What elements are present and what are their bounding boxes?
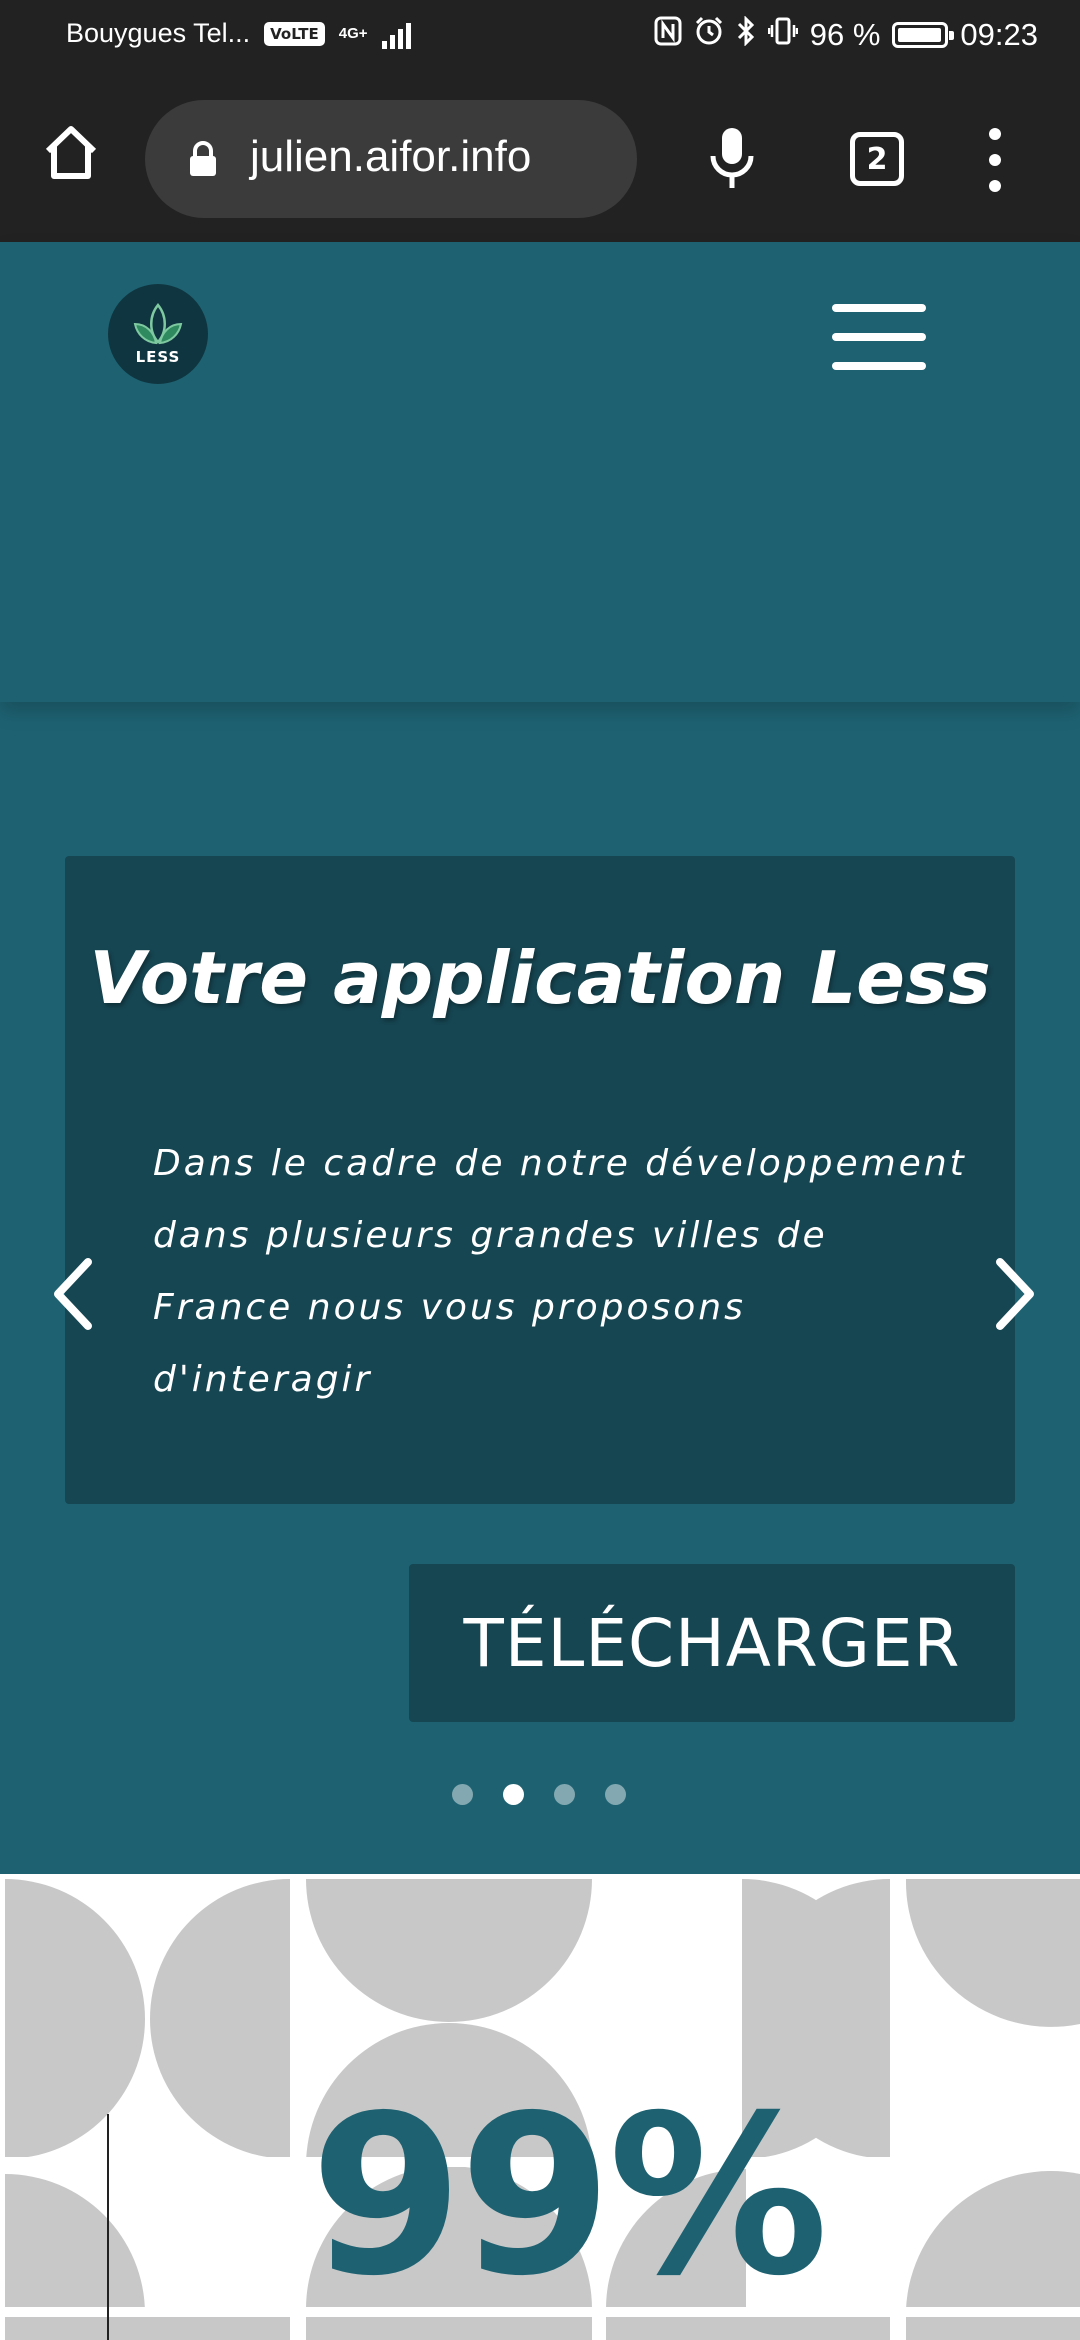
voice-search-button[interactable] — [705, 126, 759, 190]
site-header: LESS — [0, 242, 1080, 702]
browser-menu-button[interactable] — [985, 128, 1005, 192]
slide-title: Votre application Less — [89, 936, 991, 1020]
lock-icon — [190, 141, 216, 176]
carousel-dot[interactable] — [554, 1784, 575, 1805]
home-icon — [45, 126, 97, 179]
hamburger-line — [832, 333, 926, 341]
status-left: Bouygues Tel... VoLTE 4G+ — [66, 18, 411, 49]
battery-icon — [892, 21, 955, 48]
microphone-icon — [710, 128, 754, 188]
slide-description: Dans le cadre de notre développement dan… — [153, 1143, 967, 1400]
network-type: 4G+ — [338, 25, 368, 42]
site-logo[interactable]: LESS — [108, 284, 208, 384]
carousel-dot-active[interactable] — [503, 1784, 524, 1805]
hamburger-menu-button[interactable] — [832, 304, 926, 370]
status-bar: Bouygues Tel... VoLTE 4G+ 96 % 09:23 — [0, 0, 1080, 76]
tab-switcher-button[interactable]: 2 — [850, 132, 904, 186]
nfc-icon — [654, 16, 682, 53]
slide-card: Votre application Less Dans le cadre de … — [65, 856, 1015, 1504]
hero-carousel: Votre application Less Dans le cadre de … — [0, 702, 1080, 1874]
menu-dot — [989, 128, 1001, 140]
alarm-icon — [694, 16, 724, 53]
url-text: julien.aifor.info — [250, 132, 532, 181]
browser-toolbar: julien.aifor.info 2 — [0, 76, 1080, 242]
home-button[interactable] — [40, 121, 102, 183]
status-right: 96 % 09:23 — [654, 15, 1038, 53]
battery-percent: 96 % — [809, 16, 881, 52]
logo-text: LESS — [135, 348, 181, 366]
carousel-prev-button[interactable] — [48, 1254, 98, 1334]
hamburger-line — [832, 362, 926, 370]
stats-section: 99% — [0, 1874, 1080, 2340]
address-bar[interactable]: julien.aifor.info — [145, 100, 637, 218]
menu-dot — [989, 154, 1001, 166]
vibrate-icon — [767, 16, 798, 53]
hamburger-line — [832, 304, 926, 312]
bluetooth-icon — [736, 15, 756, 53]
carousel-dot[interactable] — [605, 1784, 626, 1805]
chevron-right-icon — [996, 1258, 1034, 1330]
menu-dot — [989, 180, 1001, 192]
volte-badge: VoLTE — [264, 21, 325, 46]
stat-value: 99% — [310, 2068, 829, 2324]
carousel-dot[interactable] — [452, 1784, 473, 1805]
carousel-next-button[interactable] — [990, 1254, 1040, 1334]
leaf-icon — [133, 303, 183, 345]
clock: 09:23 — [960, 16, 1038, 52]
carousel-pagination — [452, 1784, 626, 1805]
chevron-left-icon — [54, 1258, 92, 1330]
signal-icon — [381, 19, 411, 49]
download-button[interactable]: TÉLÉCHARGER — [409, 1564, 1015, 1722]
stat-divider — [107, 2114, 109, 2340]
carrier-name: Bouygues Tel... — [66, 18, 251, 48]
